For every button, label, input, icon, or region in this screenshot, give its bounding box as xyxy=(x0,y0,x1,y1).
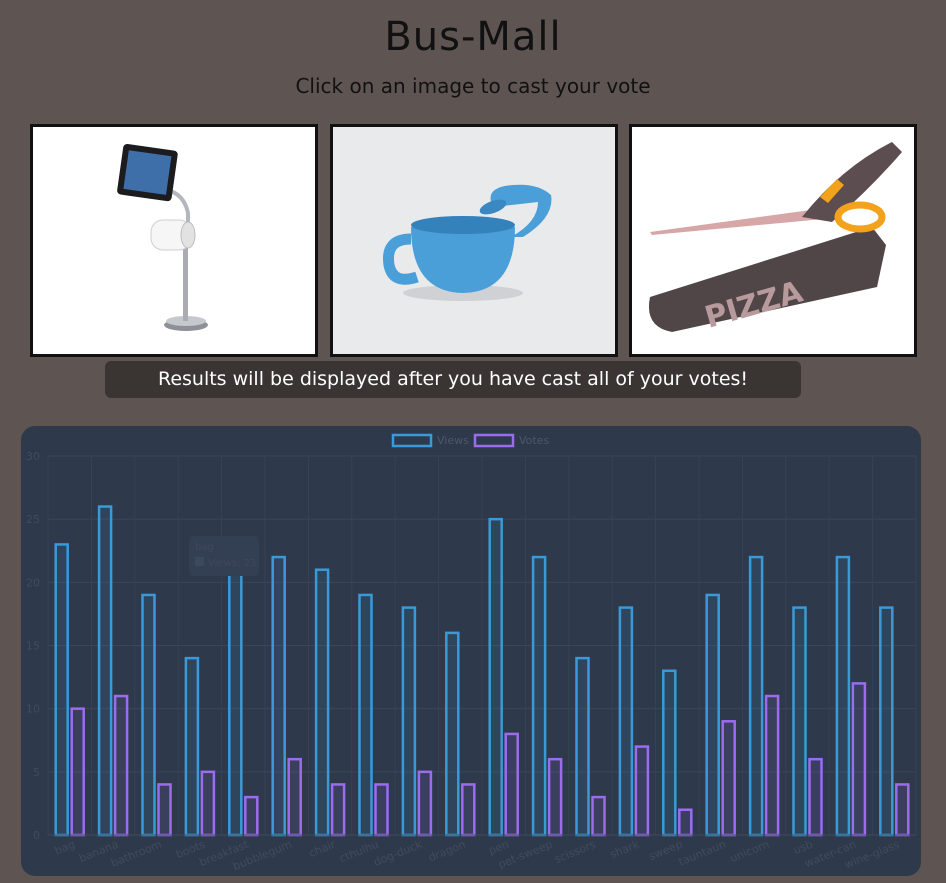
bar-votes-sweep xyxy=(678,808,693,837)
bar-views-dragon xyxy=(445,631,460,837)
y-tick-label: 20 xyxy=(26,576,40,589)
x-tick-label: unicorn xyxy=(728,838,771,865)
bar-views-chair xyxy=(314,568,330,837)
bar-views-sweep xyxy=(662,669,677,837)
page-title: Bus-Mall xyxy=(384,14,562,60)
x-tick-label: dragon xyxy=(426,838,467,865)
bar-votes-wine-glass xyxy=(895,783,910,837)
tooltip-title: bag xyxy=(195,542,214,553)
bar-votes-bag xyxy=(70,707,85,837)
y-tick-label: 5 xyxy=(33,766,40,779)
bar-votes-bubblegum xyxy=(287,757,302,837)
bar-votes-bathroom xyxy=(157,783,172,837)
bar-votes-dog-duck xyxy=(417,770,433,837)
bar-views-usb xyxy=(792,606,807,837)
legend-swatch-votes xyxy=(473,433,515,448)
bar-views-bathroom xyxy=(141,593,156,837)
y-tick-label: 15 xyxy=(26,640,40,653)
pizza-scissors-image: PIZZA xyxy=(648,142,902,336)
ipad-toilet-paper-stand-image xyxy=(117,144,208,331)
bar-votes-cthulhu xyxy=(374,783,389,837)
page-subtitle: Click on an image to cast your vote xyxy=(295,74,651,98)
results-chart: 051015202530bag bananabathroom bootsbreakf… xyxy=(26,433,917,873)
bar-views-pen xyxy=(488,517,503,837)
legend-label-views: Views xyxy=(437,434,469,447)
product-image-right[interactable]: PIZZA xyxy=(629,124,917,357)
bar-views-pet-sweep xyxy=(531,555,547,837)
product-image-center[interactable] xyxy=(330,124,618,357)
bar-votes-tauntaun xyxy=(721,720,736,837)
bar-views-bubblegum xyxy=(271,555,286,837)
bar-votes-breakfast xyxy=(244,795,259,837)
y-tick-label: 25 xyxy=(26,513,40,526)
bar-views-scissors xyxy=(575,656,590,837)
self-watering-can-image xyxy=(382,184,552,301)
results-chart-panel: 0 5 10 15 20 25 30 bag banana bathroom boots breakf… xyxy=(21,426,921,876)
bar-votes-boots xyxy=(200,770,216,837)
bar-votes-chair xyxy=(330,783,346,837)
bar-votes-dragon xyxy=(461,783,476,837)
y-tick-label: 10 xyxy=(26,703,40,716)
bar-votes-usb xyxy=(808,757,823,837)
bar-views-breakfast xyxy=(228,568,243,837)
bar-votes-banana xyxy=(113,694,129,837)
bar-views-water-can xyxy=(835,555,851,837)
bar-views-bag xyxy=(54,543,69,837)
bar-views-dog-duck xyxy=(401,606,417,837)
x-tick-label: bag xyxy=(53,838,77,858)
x-tick-label: bathroom xyxy=(109,838,163,870)
bar-views-tauntaun xyxy=(705,593,720,837)
bar-votes-pen xyxy=(504,732,519,837)
tooltip-swatch xyxy=(195,557,204,566)
bar-views-unicorn xyxy=(748,555,764,837)
x-tick-label: scissors xyxy=(553,838,598,866)
x-tick-label: shark xyxy=(608,837,642,861)
bar-views-shark xyxy=(618,606,634,837)
bar-votes-unicorn xyxy=(764,694,780,837)
x-tick-label: dog-duck xyxy=(372,837,425,868)
tooltip-text: Views: 23 xyxy=(208,558,256,569)
legend-label-votes: Votes xyxy=(519,434,549,447)
legend-swatch-views xyxy=(391,433,433,448)
bar-votes-shark xyxy=(634,745,650,837)
bar-votes-water-can xyxy=(851,682,867,837)
bar-views-cthulhu xyxy=(358,593,373,837)
bar-views-wine-glass xyxy=(879,606,894,837)
bar-votes-scissors xyxy=(591,795,606,837)
product-image-left[interactable] xyxy=(30,124,318,357)
bar-votes-pet-sweep xyxy=(547,757,563,837)
bar-views-boots xyxy=(184,656,200,837)
x-tick-label: tauntaun xyxy=(677,838,728,869)
y-tick-label: 30 xyxy=(26,450,40,463)
y-tick-label: 0 xyxy=(33,829,40,842)
results-notice: Results will be displayed after you have… xyxy=(105,361,801,398)
x-tick-label: chair xyxy=(307,838,338,860)
bar-views-banana xyxy=(97,505,113,837)
